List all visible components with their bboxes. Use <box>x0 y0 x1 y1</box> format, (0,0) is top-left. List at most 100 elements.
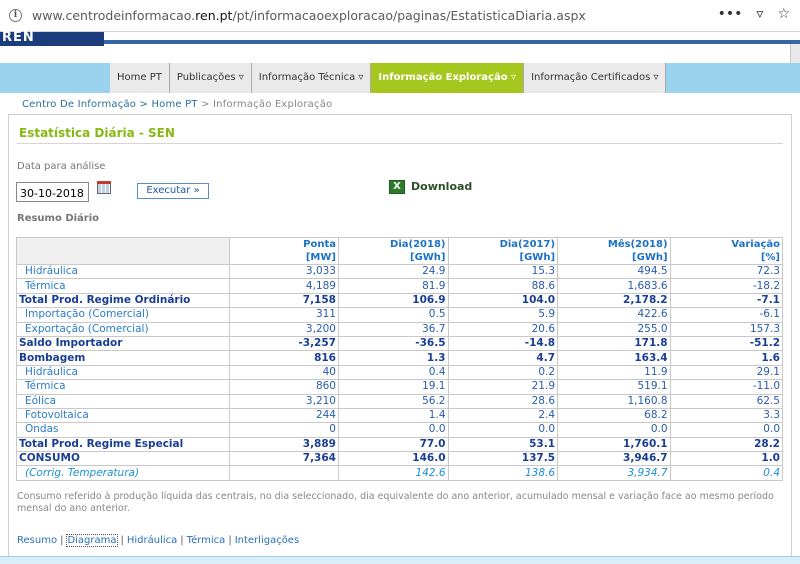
url-text[interactable]: www.centrodeinformacao.ren.pt/pt/informa… <box>32 8 586 23</box>
row-label: Eólica <box>16 393 230 409</box>
cell-value: 40 <box>228 364 339 381</box>
pocket-icon[interactable]: ▿ <box>756 6 763 22</box>
date-label: Data para análise <box>17 161 106 172</box>
cell-value: 2.4 <box>447 407 559 424</box>
bookmark-star-icon[interactable]: ☆ <box>777 6 790 22</box>
cell-value: 15.3 <box>447 263 559 280</box>
cell-value: 138.6 <box>447 465 559 481</box>
cell-value: 137.5 <box>447 451 559 467</box>
table-row: Importação (Comercial) 311 0.5 5.9 422.6 -6.1 <box>16 307 784 323</box>
cell-value: 53.1 <box>447 436 559 453</box>
cell-value: 0.4 <box>337 364 449 381</box>
page-title: Estatística Diária - SEN <box>19 126 175 140</box>
cell-value: 860 <box>228 379 339 395</box>
cell-value: 0.0 <box>337 422 449 438</box>
link-hidraulica[interactable]: Hidráulica <box>127 535 177 546</box>
bottom-band <box>0 556 800 564</box>
row-label: Térmica <box>16 379 230 395</box>
cell-value: 72.3 <box>669 263 784 280</box>
header-mes-2018: Mês(2018) [GWh] <box>557 237 671 265</box>
excel-icon[interactable]: X <box>389 180 405 194</box>
daily-stats-table: Ponta [MW] Dia(2018) [GWh] Dia(2017) [GWh] … <box>16 237 784 481</box>
row-label: Hidráulica <box>16 364 230 381</box>
header-ponta: Ponta [MW] <box>228 237 339 265</box>
row-label: Saldo Importador <box>16 335 230 352</box>
cell-value: 36.7 <box>337 321 449 337</box>
breadcrumb-home[interactable]: Home PT <box>151 99 197 110</box>
table-row: Eólica 3,210 56.2 28.6 1,160.8 62.5 <box>16 393 784 409</box>
cell-value: 88.6 <box>447 278 559 294</box>
nav-informacao-exploracao[interactable]: Informação Exploração ▿ <box>371 63 525 93</box>
cell-value: 244 <box>228 407 339 424</box>
execute-button[interactable]: Executar » <box>137 183 209 199</box>
cell-value: 1.0 <box>669 451 784 467</box>
table-row: Hidráulica 3,033 24.9 15.3 494.5 72.3 <box>16 263 784 280</box>
content-panel: Estatística Diária - SEN Data para análi… <box>8 114 792 564</box>
cell-value: 3,210 <box>228 393 339 409</box>
table-row: (Corrig. Temperatura) 142.6 138.6 3,934.7 0.… <box>16 465 784 481</box>
nav-informacao-certificados[interactable]: Informação Certificados ▿ <box>524 63 667 93</box>
row-label: Térmica <box>16 278 230 294</box>
table-row: Bombagem 816 1.3 4.7 163.4 1.6 <box>16 350 784 366</box>
link-termica[interactable]: Térmica <box>187 535 226 546</box>
row-label: CONSUMO <box>16 451 230 467</box>
link-diagrama[interactable]: Diagrama <box>66 534 118 547</box>
table-row: CONSUMO 7,364 146.0 137.5 3,946.7 1.0 <box>16 451 784 467</box>
header-dia-2017: Dia(2017) [GWh] <box>447 237 559 265</box>
breadcrumb-centro[interactable]: Centro De Informação <box>22 99 136 110</box>
logo-text: REN <box>2 30 35 45</box>
row-label: Total Prod. Regime Ordinário <box>16 292 230 309</box>
cell-value: 1.4 <box>337 407 449 424</box>
cell-value: 1,683.6 <box>557 278 671 294</box>
cell-value: 3.3 <box>669 407 784 424</box>
link-resumo[interactable]: Resumo <box>17 535 57 546</box>
cell-value: 11.9 <box>557 364 671 381</box>
cell-value: 81.9 <box>337 278 449 294</box>
cell-value: 519.1 <box>557 379 671 395</box>
browser-address-bar[interactable]: i www.centrodeinformacao.ren.pt/pt/infor… <box>0 0 800 32</box>
row-label: Bombagem <box>16 350 230 366</box>
row-label: (Corrig. Temperatura) <box>16 465 230 481</box>
cell-value: 3,200 <box>228 321 339 337</box>
more-actions-icon[interactable]: ••• <box>718 6 743 22</box>
breadcrumb-current: Informação Exploração <box>213 99 333 110</box>
cell-value: 7,364 <box>228 451 339 467</box>
download-link[interactable]: Download <box>411 180 472 193</box>
cell-value: 62.5 <box>669 393 784 409</box>
summary-label: Resumo Diário <box>17 213 100 224</box>
cell-value: 20.6 <box>447 321 559 337</box>
nav-informacao-tecnica[interactable]: Informação Técnica ▿ <box>251 63 372 93</box>
cell-value: 0.0 <box>669 422 784 438</box>
table-row: Ondas 0 0.0 0.0 0.0 0.0 <box>16 422 784 438</box>
cell-value: -11.0 <box>669 379 784 395</box>
cell-value: 106.9 <box>337 292 449 309</box>
banner-divider <box>104 40 800 44</box>
main-nav: Home PT Publicações ▿ Informação Técnica… <box>110 63 667 93</box>
breadcrumb-separator: > <box>197 99 214 110</box>
link-interligacoes[interactable]: Interligações <box>235 535 299 546</box>
cell-value: 104.0 <box>447 292 559 309</box>
nav-home-pt[interactable]: Home PT <box>110 63 170 93</box>
nav-publicacoes[interactable]: Publicações ▿ <box>169 63 252 93</box>
cell-value: 5.9 <box>447 307 559 323</box>
cell-value: 0 <box>228 422 339 438</box>
cell-value: -3,257 <box>228 335 339 352</box>
cell-value: 0.4 <box>669 465 784 481</box>
table-row: Saldo Importador -3,257 -36.5 -14.8 171.8 -51… <box>16 335 784 352</box>
row-label: Fotovoltaica <box>16 407 230 424</box>
date-input[interactable] <box>16 182 89 202</box>
cell-value: 142.6 <box>337 465 449 481</box>
table-row: Hidráulica 40 0.4 0.2 11.9 29.1 <box>16 364 784 381</box>
breadcrumb-separator: > <box>136 99 152 110</box>
cell-value: 3,934.7 <box>557 465 671 481</box>
cell-value: 163.4 <box>557 350 671 366</box>
calendar-icon[interactable] <box>97 181 111 194</box>
cell-value: 422.6 <box>557 307 671 323</box>
url-path: /pt/informacaoexploracao/paginas/Estatis… <box>232 8 586 23</box>
footnote: Consumo referido à produção líquida das … <box>17 491 774 514</box>
cell-value: 4,189 <box>228 278 339 294</box>
info-icon[interactable]: i <box>9 9 22 22</box>
table-row: Total Prod. Regime Ordinário 7,158 106.9 10… <box>16 292 784 309</box>
cell-value: 29.1 <box>669 364 784 381</box>
row-label: Exportação (Comercial) <box>16 321 230 337</box>
